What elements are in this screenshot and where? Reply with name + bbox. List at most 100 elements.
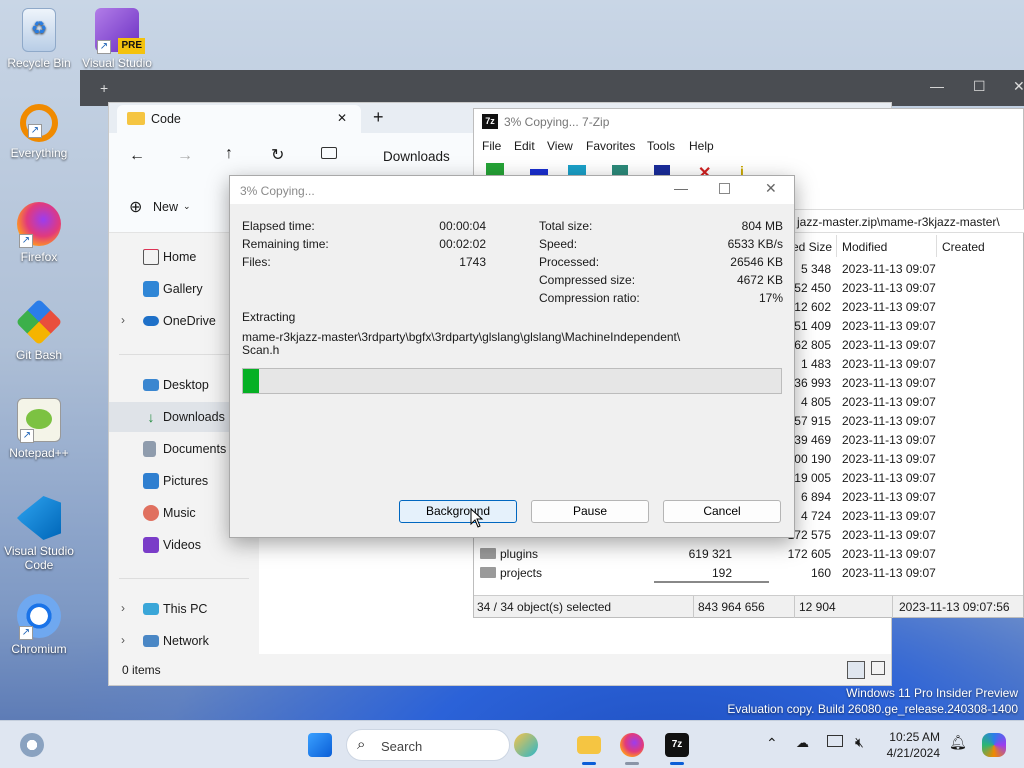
menu-edit[interactable]: Edit (514, 139, 535, 153)
new-tab-button[interactable]: + (373, 107, 384, 128)
row-modified: 2023-11-13 09:07 (842, 547, 936, 561)
horizontal-scrollbar[interactable] (654, 581, 769, 583)
close-icon[interactable]: ✕ (765, 180, 777, 197)
sevenzip-app-icon: 7z (482, 114, 498, 129)
copilot-icon[interactable] (982, 733, 1006, 757)
explorer-tab[interactable]: Code ✕ (117, 105, 361, 133)
details-view-icon[interactable] (847, 661, 865, 679)
row-name: plugins (500, 547, 539, 561)
taskbar-search-box[interactable]: ⌕ Search (346, 729, 510, 761)
desktop-icon-git-bash[interactable]: Git Bash (2, 298, 76, 362)
visual-studio-icon: PRE ↗ (95, 8, 145, 54)
onedrive-tray-icon[interactable]: ☁ (796, 735, 809, 751)
refresh-icon[interactable]: ↻ (271, 145, 284, 165)
chevron-up-icon[interactable]: ⌃ (766, 735, 778, 752)
column-packed-size[interactable]: ed Size (792, 240, 832, 254)
file-explorer-icon[interactable] (577, 736, 601, 754)
download-icon: ↓ (147, 409, 155, 425)
sidebar-item-label: Music (163, 506, 196, 520)
row-packed-size: 6 894 (800, 490, 831, 504)
tiles-view-icon[interactable] (871, 661, 885, 675)
desktop-icon-vscode[interactable]: Visual Studio Code (2, 496, 76, 572)
sidebar-item-label: Pictures (163, 474, 209, 488)
table-row[interactable]: projects 192 160 2023-11-13 09:07 (474, 563, 1024, 582)
column-created[interactable]: Created (942, 240, 985, 254)
table-row[interactable]: plugins 619 321 172 605 2023-11-13 09:07 (474, 544, 1024, 563)
sidebar-item-label: Documents (163, 442, 227, 456)
minimize-icon[interactable]: — (674, 180, 688, 196)
sevenzip-taskbar-icon[interactable]: 7z (665, 733, 689, 757)
widgets-icon[interactable] (20, 733, 44, 757)
network-tray-icon[interactable] (827, 735, 843, 747)
packed-size: 12 904 (799, 600, 836, 614)
pc-icon (143, 603, 159, 615)
menu-help[interactable]: Help (689, 139, 714, 153)
back-arrow-icon[interactable]: ← (129, 147, 145, 165)
breadcrumb[interactable]: Downloads (383, 149, 450, 164)
start-windows-icon[interactable] (308, 733, 332, 757)
music-icon (143, 505, 159, 521)
sidebar-item-label: Gallery (163, 282, 203, 296)
everything-magnifier-icon: ↗ (20, 104, 58, 142)
volume-muted-icon[interactable]: 🔇︎ (855, 734, 864, 751)
compressed-size-label: Compressed size: (539, 273, 636, 287)
forward-arrow-icon[interactable]: → (177, 147, 193, 165)
chevron-right-icon[interactable]: › (121, 601, 125, 615)
background-button[interactable]: Background (399, 500, 517, 523)
processed-value: 26546 KB (730, 255, 783, 269)
row-modified: 2023-11-13 09:07 (842, 471, 936, 485)
search-placeholder: Search (381, 739, 423, 754)
total-size-label: Total size: (539, 219, 593, 233)
menu-favorites[interactable]: Favorites (586, 139, 635, 153)
pause-button[interactable]: Pause (531, 500, 649, 523)
notification-bell-icon[interactable]: 🔔︎ (949, 734, 967, 751)
remaining-time-label: Remaining time: (242, 237, 329, 251)
up-arrow-icon[interactable]: ↑ (225, 145, 233, 163)
operation-label: Extracting (242, 310, 296, 324)
firefox-icon[interactable] (620, 733, 644, 757)
search-highlight-icon (514, 733, 538, 757)
desktop-icon-recycle-bin[interactable]: ♻ Recycle Bin (2, 8, 76, 70)
this-pc-icon[interactable] (321, 147, 337, 159)
folder-icon (480, 567, 496, 578)
desktop-icon-notepad-plus-plus[interactable]: ↗ Notepad++ (2, 398, 76, 460)
close-tab-icon[interactable]: ✕ (337, 111, 347, 125)
home-icon (143, 249, 159, 265)
row-packed-size: 4 724 (800, 509, 831, 523)
archive-path: jazz-master.zip\mame-r3kjazz-master\ (797, 215, 1000, 229)
windows-watermark-build: Evaluation copy. Build 26080.ge_release.… (727, 702, 1018, 716)
recycle-bin-icon: ♻ (22, 8, 56, 52)
row-modified: 2023-11-13 09:07 (842, 262, 936, 276)
mouse-cursor-icon (470, 508, 484, 528)
taskbar: ⌕ Search 7z ⌃ ☁ 🔇︎ 10:25 AM 4/21/2024 🔔︎ (0, 720, 1024, 768)
maximize-icon[interactable]: ☐ (973, 78, 986, 95)
chevron-down-icon: ⌄ (183, 201, 191, 211)
menu-file[interactable]: File (482, 139, 501, 153)
menu-view[interactable]: View (547, 139, 573, 153)
row-modified: 2023-11-13 09:07 (842, 357, 936, 371)
git-bash-icon (15, 298, 63, 346)
close-icon[interactable]: ✕ (1013, 78, 1024, 95)
row-modified: 2023-11-13 09:07 (842, 376, 936, 390)
chevron-right-icon[interactable]: › (121, 633, 125, 647)
sidebar-item-this-pc[interactable]: › This PC (109, 594, 259, 624)
cancel-button[interactable]: Cancel (663, 500, 781, 523)
desktop-icon-chromium[interactable]: ↗ Chromium (2, 594, 76, 656)
desktop-icon-everything[interactable]: ↗ Everything (2, 104, 76, 160)
clock-time[interactable]: 10:25 AM (880, 730, 940, 744)
chevron-right-icon[interactable]: › (121, 313, 125, 327)
new-button[interactable]: New (153, 200, 178, 214)
row-packed-size: 39 469 (794, 433, 831, 447)
desktop-icon-firefox[interactable]: ↗ Firefox (2, 202, 76, 264)
new-tab-icon[interactable]: + (100, 80, 108, 96)
maximize-icon[interactable] (719, 183, 730, 194)
menu-tools[interactable]: Tools (647, 139, 675, 153)
sidebar-item-label: This PC (163, 602, 208, 616)
column-modified[interactable]: Modified (842, 240, 887, 254)
search-icon: ⌕ (357, 736, 366, 753)
sevenzip-title-bar: 7z 3% Copying... 7-Zip (474, 109, 1023, 135)
row-name: projects (500, 566, 543, 580)
clock-date[interactable]: 4/21/2024 (880, 746, 940, 760)
sidebar-item-network[interactable]: › Network (109, 626, 259, 656)
minimize-icon[interactable]: — (930, 78, 944, 94)
